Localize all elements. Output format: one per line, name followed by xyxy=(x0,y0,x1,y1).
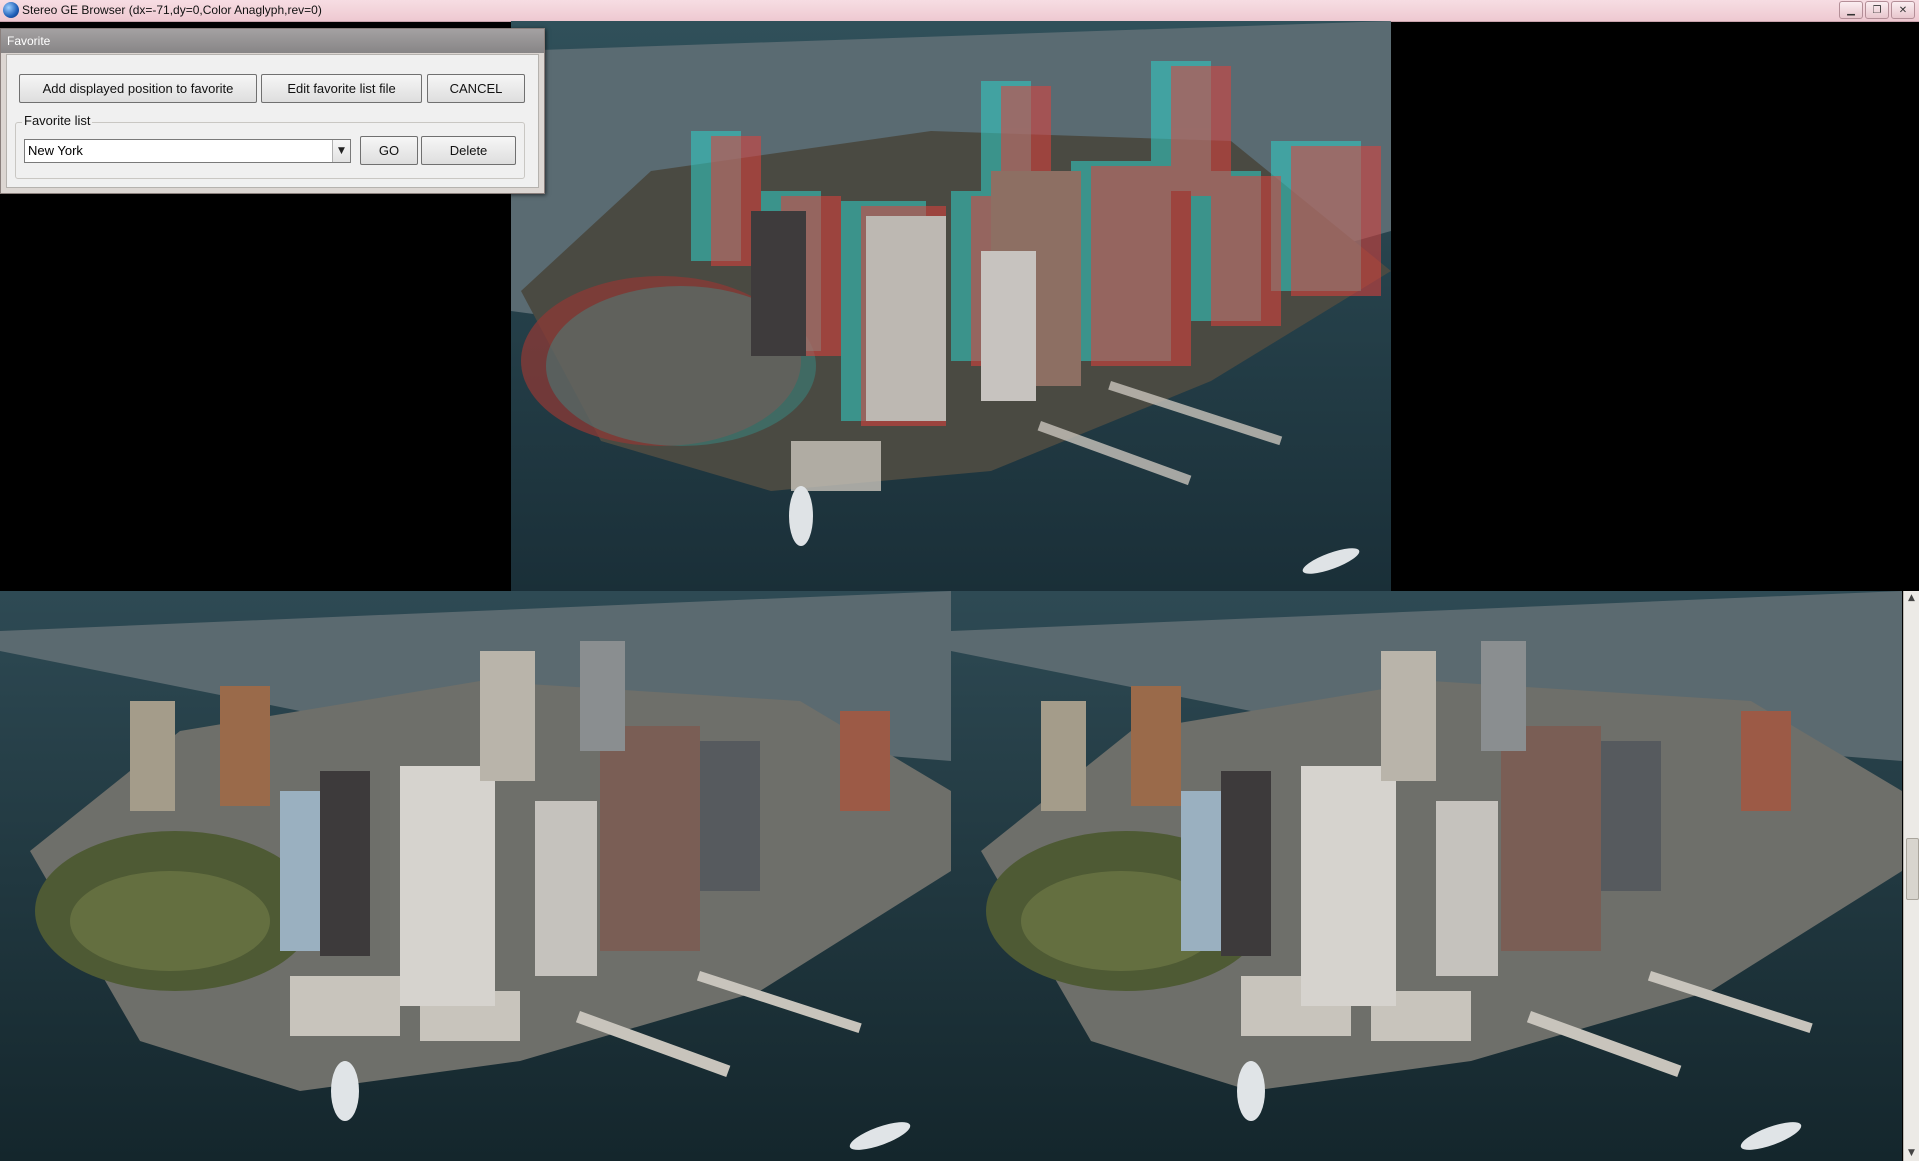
left-eye-view[interactable] xyxy=(0,591,951,1161)
anaglyph-map-image xyxy=(511,21,1391,591)
left-map-image xyxy=(0,591,951,1161)
favorite-dialog: Favorite Add displayed position to favor… xyxy=(0,28,545,194)
scrollbar-thumb[interactable] xyxy=(1906,838,1919,900)
title-bar: Stereo GE Browser (dx=-71,dy=0,Color Ana… xyxy=(0,0,1919,22)
window-title: Stereo GE Browser (dx=-71,dy=0,Color Ana… xyxy=(22,3,322,17)
chevron-down-icon[interactable]: ▼ xyxy=(332,140,350,162)
go-button[interactable]: GO xyxy=(360,136,418,165)
window-controls: ▁ ❐ ✕ xyxy=(1839,1,1915,19)
add-favorite-button[interactable]: Add displayed position to favorite xyxy=(19,74,257,103)
selected-favorite: New York xyxy=(28,143,83,158)
right-map-image xyxy=(951,591,1902,1161)
close-button[interactable]: ✕ xyxy=(1891,1,1915,19)
vertical-scrollbar[interactable]: ▲ ▼ xyxy=(1903,591,1919,1161)
favorite-list-label: Favorite list xyxy=(22,113,93,128)
scroll-down-icon[interactable]: ▼ xyxy=(1906,1148,1917,1159)
edit-favorite-list-button[interactable]: Edit favorite list file xyxy=(261,74,422,103)
restore-button[interactable]: ❐ xyxy=(1865,1,1889,19)
right-eye-view[interactable] xyxy=(951,591,1902,1161)
anaglyph-view[interactable] xyxy=(511,21,1391,591)
cancel-button[interactable]: CANCEL xyxy=(427,74,525,103)
scroll-up-icon[interactable]: ▲ xyxy=(1906,593,1917,604)
minimize-button[interactable]: ▁ xyxy=(1839,1,1863,19)
delete-button[interactable]: Delete xyxy=(421,136,516,165)
favorite-select[interactable]: New York ▼ xyxy=(24,139,351,163)
globe-icon xyxy=(3,2,19,18)
dialog-title: Favorite xyxy=(1,29,544,53)
